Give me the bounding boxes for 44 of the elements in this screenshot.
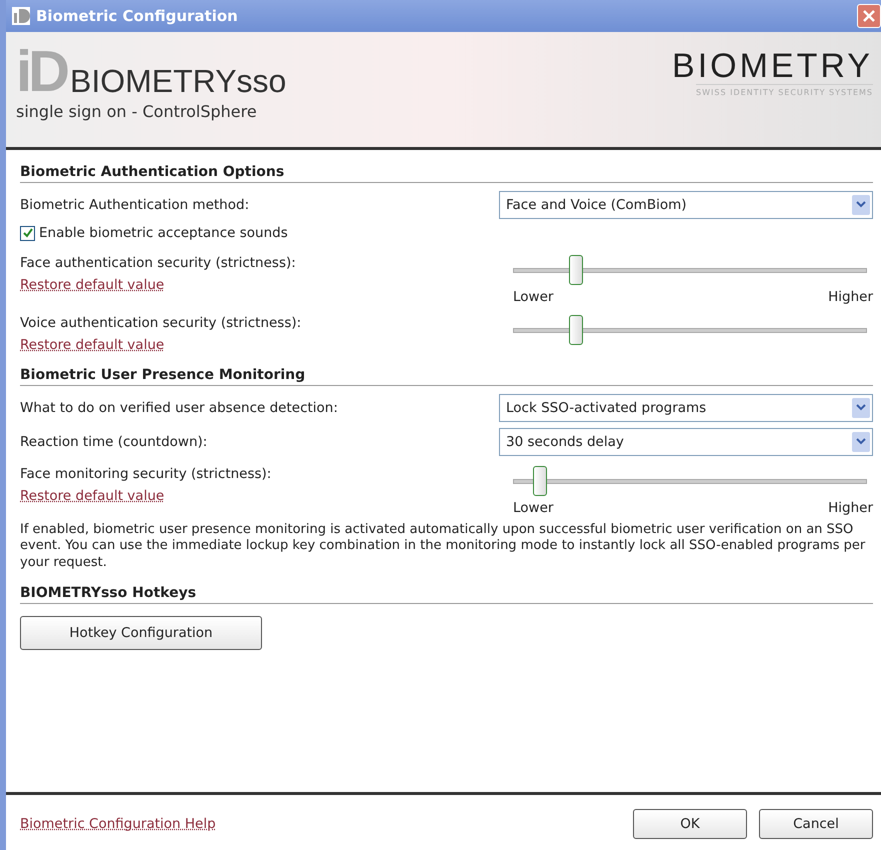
checkbox-label: Enable biometric acceptance sounds [39,225,288,241]
chevron-down-icon [856,404,866,412]
slider-thumb[interactable] [568,255,583,285]
slider-label: Voice authentication security (strictness): [20,315,302,331]
dropdown[interactable]: 30 seconds delay [499,428,873,456]
dialog-button[interactable]: OK [633,808,747,838]
slider-track[interactable] [513,466,867,496]
dropdown[interactable]: Face and Voice (ComBiom) [499,191,873,219]
logo-mark: iD [16,46,66,98]
slider-min-label: Lower [513,289,554,305]
slider-max-label: Higher [828,500,873,516]
chevron-down-icon [856,201,866,209]
slider-label: Face authentication security (strictness): [20,255,296,271]
field-label: Reaction time (countdown): [20,434,208,450]
app-icon [12,7,30,25]
section-heading: Biometric User Presence Monitoring [20,367,873,386]
slider-track[interactable] [513,255,867,285]
description-text: If enabled, biometric user presence monitoring is activated automatically upon successful biometric user verification on an SSO event. You can use the immediate lockup key combination in the monitoring mode to instantly lock all SSO-enabled programs per your request. [20,522,866,571]
dialog-button[interactable]: Cancel [759,808,873,838]
checkbox[interactable] [20,226,35,240]
product-name: BIOMETRYsso [70,64,286,98]
chevron-down-icon [856,438,866,446]
brand-logo: BIOMETRY [672,48,873,84]
slider-min-label: Lower [513,500,554,516]
close-button[interactable] [857,4,881,28]
slider-track[interactable] [513,315,867,345]
restore-default-link[interactable]: Restore default value [20,277,296,293]
close-icon [862,9,876,23]
section-heading: BIOMETRYsso Hotkeys [20,584,873,604]
slider-label: Face monitoring security (strictness): [20,466,272,482]
restore-default-link[interactable]: Restore default value [20,337,302,353]
field-label: Biometric Authentication method: [20,197,250,213]
product-subtitle: single sign on - ControlSphere [16,102,258,121]
window-title: Biometric Configuration [36,7,239,25]
dropdown[interactable]: Lock SSO-activated programs [499,394,873,422]
slider-max-label: Higher [828,289,873,305]
slider-thumb[interactable] [533,466,548,496]
brand-tagline: SWISS IDENTITY SECURITY SYSTEMS [696,84,873,97]
restore-default-link[interactable]: Restore default value [20,488,272,504]
hotkey-configuration-button[interactable]: Hotkey Configuration [20,616,262,650]
section-heading: Biometric Authentication Options [20,164,873,183]
slider-thumb[interactable] [568,315,583,345]
help-link[interactable]: Biometric Configuration Help [20,816,216,832]
field-label: What to do on verified user absence detection: [20,400,338,416]
